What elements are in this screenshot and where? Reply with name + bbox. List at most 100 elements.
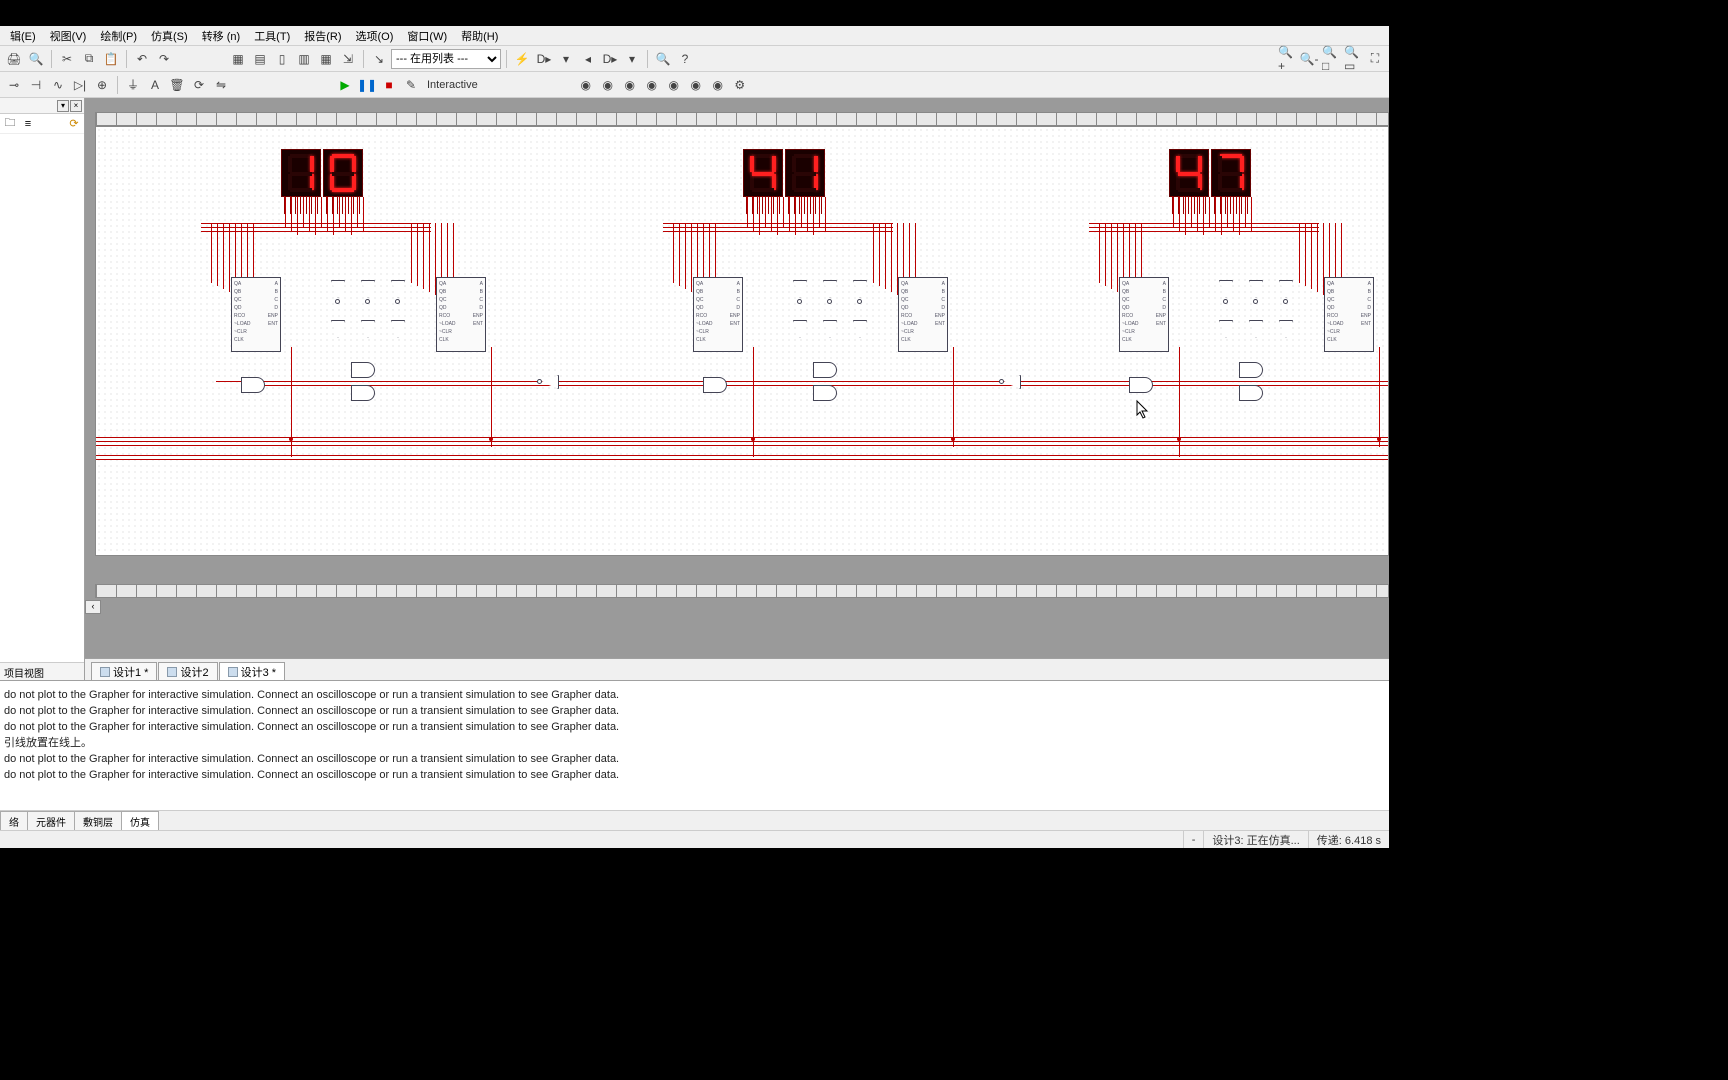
settings-icon[interactable]: ⚙ [730,75,750,95]
zoom-out-icon[interactable]: 🔍- [1299,49,1319,69]
log-tab[interactable]: 敷铜层 [74,811,122,830]
play-icon[interactable]: ▶ [335,75,355,95]
schematic-viewport[interactable]: QAQBQCQDRCO~LOAD~CLRCLKABCDENPENT QAQBQCQ… [85,98,1389,658]
scope3-icon[interactable]: ◉ [620,75,640,95]
ruler-bottom [95,584,1389,598]
mirror-icon[interactable]: ⇋ [211,75,231,95]
menu-sim[interactable]: 仿真(S) [145,26,194,46]
place-diode-icon[interactable]: ▷| [70,75,90,95]
design-tab[interactable]: 设计2 [158,662,217,680]
zoom-in-icon[interactable]: 🔍+ [1277,49,1297,69]
place-label-icon[interactable]: A [145,75,165,95]
preview-icon[interactable]: 🔍 [26,49,46,69]
table-icon[interactable]: ▦ [316,49,336,69]
place-cap-icon[interactable]: ⊣ [26,75,46,95]
menu-window[interactable]: 窗口(W) [401,26,453,46]
list-view-icon[interactable]: ≡ [20,116,36,132]
design-tab[interactable]: 设计1 * [91,662,157,680]
status-time: 传递: 6.418 s [1308,831,1389,848]
place-ground-icon[interactable]: ⏚ [123,75,143,95]
copy-icon[interactable]: ⧉ [79,49,99,69]
menu-draw[interactable]: 绘制(P) [94,26,143,46]
main-area: ▾ × 🗀 ≡ ⟳ 项目视图 [0,98,1389,680]
output-log[interactable]: do not plot to the Grapher for interacti… [0,680,1389,810]
log-line: do not plot to the Grapher for interacti… [4,751,1385,767]
buffer-gate[interactable] [1249,320,1263,338]
log-line: do not plot to the Grapher for interacti… [4,719,1385,735]
pause-icon[interactable]: ❚❚ [357,75,377,95]
zoom-area-icon[interactable]: 🔍▭ [1343,49,1363,69]
and-gate[interactable] [1239,362,1263,378]
sheet-icon[interactable]: ▯ [272,49,292,69]
cut-icon[interactable]: ✂ [57,49,77,69]
menu-help[interactable]: 帮助(H) [455,26,504,46]
paste-icon[interactable]: 📋 [101,49,121,69]
scroll-left-icon[interactable]: ‹ [85,600,101,614]
menu-options[interactable]: 选项(O) [350,26,400,46]
delete-icon[interactable]: 🗑 [167,75,187,95]
hierarchy-icon[interactable]: 🗀 [2,116,18,132]
and-gate[interactable] [1129,377,1153,393]
menu-view[interactable]: 视图(V) [44,26,93,46]
sidebar-pin-icon[interactable]: ▾ [57,100,69,112]
scope5-icon[interactable]: ◉ [664,75,684,95]
place-ind-icon[interactable]: ∿ [48,75,68,95]
buffer-gate[interactable] [1219,320,1233,338]
run-dc-icon[interactable]: D▸ [534,49,554,69]
sidebar-header: ▾ × [0,98,84,114]
menu-bar: 辑(E) 视图(V) 绘制(P) 仿真(S) 转移 (n) 工具(T) 报告(R… [0,26,1389,46]
layout-icon[interactable]: ▥ [294,49,314,69]
fullscreen-icon[interactable]: ⛶ [1365,49,1385,69]
log-tabs: 络元器件敷铜层仿真 [0,810,1389,830]
step-fwd-icon[interactable]: D▸ [600,49,620,69]
place-resistor-icon[interactable]: ⊸ [4,75,24,95]
probe-icon[interactable]: ⚡ [512,49,532,69]
sidebar-tab-project[interactable]: 项目视图 [0,662,84,680]
scope2-icon[interactable]: ◉ [598,75,618,95]
menu-edit[interactable]: 辑(E) [4,26,42,46]
project-tree[interactable] [0,134,84,662]
sidebar: ▾ × 🗀 ≡ ⟳ 项目视图 [0,98,85,680]
step-dropdown-icon[interactable]: ▾ [622,49,642,69]
design-tab[interactable]: 设计3 * [219,662,285,680]
sidebar-close-icon[interactable]: × [70,100,82,112]
log-tab[interactable]: 络 [0,811,28,830]
menu-report[interactable]: 报告(R) [298,26,347,46]
interactive-icon[interactable]: ✎ [401,75,421,95]
run-dc-dropdown-icon[interactable]: ▾ [556,49,576,69]
net-list-select[interactable]: --- 在用列表 --- [391,49,501,69]
component-icon[interactable]: ▦ [228,49,248,69]
find-icon[interactable]: 🔍 [653,49,673,69]
menu-tools[interactable]: 工具(T) [248,26,296,46]
refresh-icon[interactable]: ⟳ [66,116,82,132]
counter-ic[interactable]: QAQBQCQDRCO~LOAD~CLRCLKABCDENPENT [1324,277,1374,352]
stop-icon[interactable]: ■ [379,75,399,95]
scope6-icon[interactable]: ◉ [686,75,706,95]
redo-icon[interactable]: ↷ [154,49,174,69]
step-back-icon[interactable]: ◂ [578,49,598,69]
scope4-icon[interactable]: ◉ [642,75,662,95]
help-icon[interactable]: ? [675,49,695,69]
buffer-gate[interactable] [1279,320,1293,338]
and-gate[interactable] [1239,385,1263,401]
log-tab[interactable]: 元器件 [27,811,75,830]
place-source-icon[interactable]: ⊕ [92,75,112,95]
not-gate[interactable] [1279,280,1293,298]
zoom-fit-icon[interactable]: 🔍□ [1321,49,1341,69]
counter-stage: QAQBQCQDRCO~LOAD~CLRCLKABCDENPENT QAQBQCQ… [96,127,1388,555]
log-line: 引线放置在线上。 [4,735,1385,751]
counter-ic[interactable]: QAQBQCQDRCO~LOAD~CLRCLKABCDENPENT [1119,277,1169,352]
not-gate[interactable] [1219,280,1233,298]
undo-icon[interactable]: ↶ [132,49,152,69]
menu-transform[interactable]: 转移 (n) [196,26,247,46]
grid-icon[interactable]: ▤ [250,49,270,69]
scope7-icon[interactable]: ◉ [708,75,728,95]
export-icon[interactable]: ⇲ [338,49,358,69]
rotate-icon[interactable]: ⟳ [189,75,209,95]
schematic-sheet[interactable]: QAQBQCQDRCO~LOAD~CLRCLKABCDENPENT QAQBQCQ… [95,126,1389,556]
print-icon[interactable]: 🖨 [4,49,24,69]
scope1-icon[interactable]: ◉ [576,75,596,95]
wire-icon[interactable]: ↘ [369,49,389,69]
not-gate[interactable] [1249,280,1263,298]
log-tab[interactable]: 仿真 [121,811,159,830]
